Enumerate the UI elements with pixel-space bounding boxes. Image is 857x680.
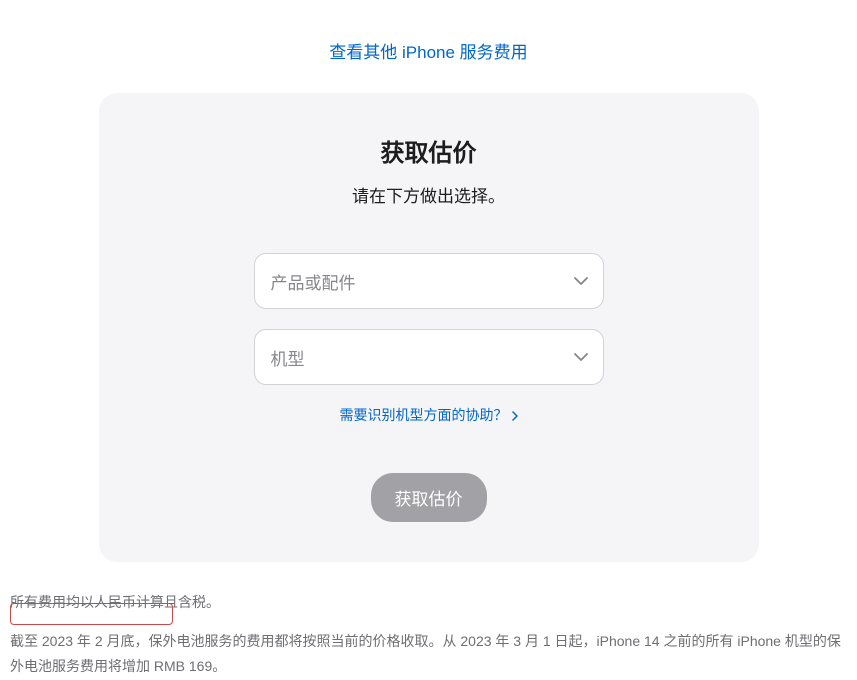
- card-title: 获取估价: [149, 133, 709, 168]
- card-subtitle: 请在下方做出选择。: [149, 182, 709, 207]
- chevron-right-icon: [512, 407, 518, 423]
- product-select-placeholder: 产品或配件: [271, 269, 356, 294]
- view-other-fees-link[interactable]: 查看其他 iPhone 服务费用: [329, 43, 527, 62]
- model-select-wrapper: 机型: [254, 329, 604, 385]
- help-link-label: 需要识别机型方面的协助？: [340, 405, 508, 425]
- estimate-card: 获取估价 请在下方做出选择。 产品或配件 机型 需要识别机型方面的协助？ 获取估…: [99, 93, 759, 562]
- model-select[interactable]: 机型: [254, 329, 604, 385]
- product-select-wrapper: 产品或配件: [254, 253, 604, 309]
- get-estimate-button[interactable]: 获取估价: [371, 473, 487, 522]
- top-link-container: 查看其他 iPhone 服务费用: [0, 0, 857, 93]
- footer-line-2: 截至 2023 年 2 月底，保外电池服务的费用都将按照当前的价格收取。从 20…: [10, 629, 847, 679]
- footer-line-1: 所有费用均以人民币计算且含税。: [10, 590, 847, 615]
- model-select-placeholder: 机型: [271, 345, 305, 370]
- footer-text: 所有费用均以人民币计算且含税。 截至 2023 年 2 月底，保外电池服务的费用…: [0, 562, 857, 680]
- product-select[interactable]: 产品或配件: [254, 253, 604, 309]
- identify-model-help-link[interactable]: 需要识别机型方面的协助？: [340, 405, 518, 425]
